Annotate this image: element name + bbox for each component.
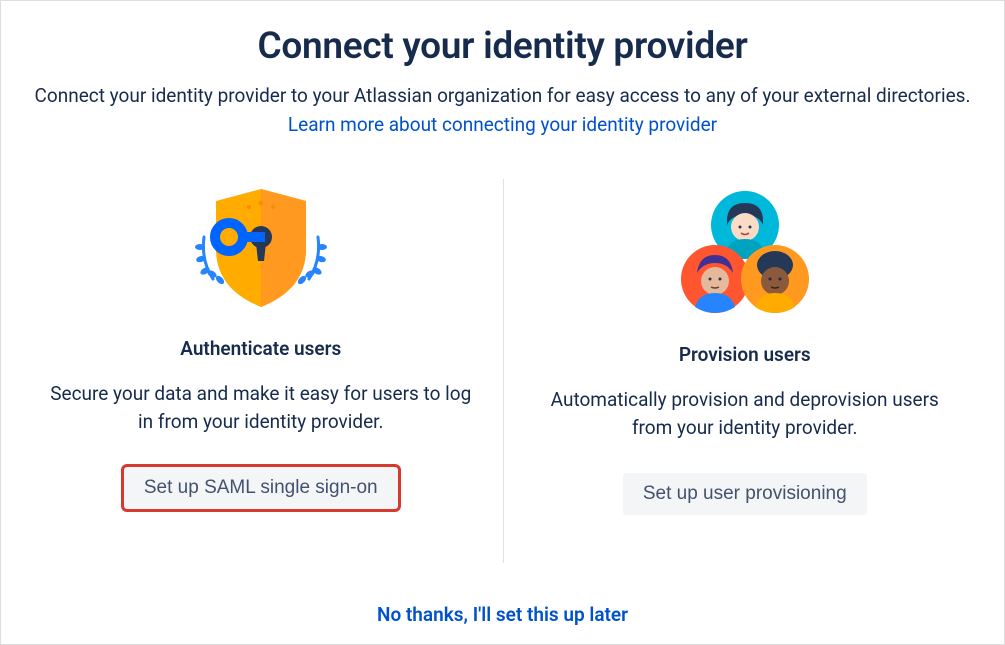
setup-saml-button[interactable]: Set up SAML single sign-on <box>124 467 398 509</box>
page-title: Connect your identity provider <box>257 25 747 68</box>
description-text: Connect your identity provider to your A… <box>35 84 971 107</box>
skip-link[interactable]: No thanks, I'll set this up later <box>377 603 628 626</box>
page-description: Connect your identity provider to your A… <box>23 82 983 139</box>
users-group-icon <box>655 185 835 325</box>
provision-description: Automatically provision and deprovision … <box>532 386 959 441</box>
provision-title: Provision users <box>679 343 811 366</box>
shield-key-icon <box>171 179 351 319</box>
provision-card: Provision users Automatically provision … <box>503 179 987 563</box>
setup-provisioning-button[interactable]: Set up user provisioning <box>623 473 867 515</box>
authenticate-card: Authenticate users Secure your data and … <box>19 179 503 563</box>
authenticate-description: Secure your data and make it easy for us… <box>47 380 475 435</box>
learn-more-link[interactable]: Learn more about connecting your identit… <box>288 113 717 136</box>
authenticate-title: Authenticate users <box>180 337 341 360</box>
cards-container: Authenticate users Secure your data and … <box>19 179 986 563</box>
